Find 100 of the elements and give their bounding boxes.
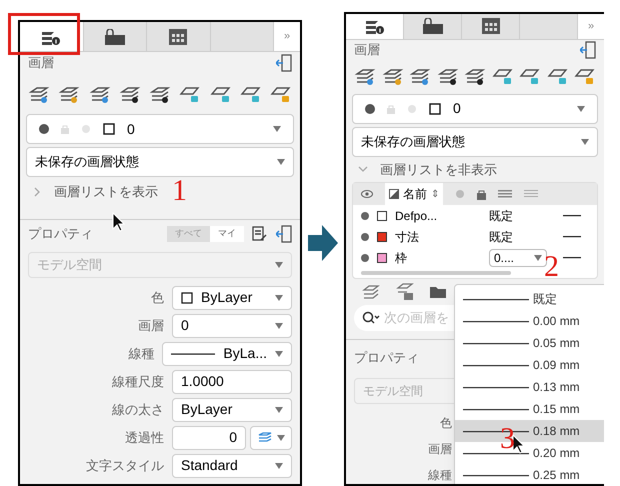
layer-state-dropdown[interactable]: 未保存の画層状態	[352, 126, 598, 157]
line-sample-icon	[463, 452, 529, 454]
dock-panel-icon[interactable]	[276, 224, 292, 243]
property-label: 画層	[427, 441, 452, 458]
folder-icon[interactable]	[430, 286, 446, 298]
color-swatch[interactable]	[377, 210, 387, 221]
lineweight-value: 既定	[489, 228, 514, 246]
lineweight-dropdown[interactable]: 0....	[489, 248, 547, 267]
linetype-dropdown[interactable]: ByLa...	[162, 342, 292, 366]
line-sample-icon	[171, 352, 216, 356]
quick-edit-icon[interactable]	[252, 226, 268, 242]
line-sample-icon	[463, 298, 529, 300]
property-label: 色	[439, 415, 452, 432]
palette-tab[interactable]	[404, 14, 462, 39]
property-label: 透過性	[124, 428, 164, 447]
step-number: 1	[172, 176, 187, 206]
arrow-right-icon	[308, 225, 338, 261]
layer-list-toggle[interactable]: 画層リストを表示	[20, 177, 170, 207]
lineweight-icon	[524, 190, 538, 198]
layer-name: 0	[453, 99, 462, 118]
current-layer-dropdown[interactable]: 0	[26, 114, 294, 144]
caret-icon	[275, 350, 283, 356]
palette-tab[interactable]	[147, 22, 210, 51]
line-sample-icon	[563, 214, 581, 218]
menu-item[interactable]: 0.00 mm	[455, 310, 604, 332]
name-column-header[interactable]: 名前 ⇕	[385, 183, 443, 206]
caret-icon	[275, 262, 283, 268]
color-swatch-icon	[429, 102, 441, 115]
mouse-pointer-icon	[112, 212, 126, 232]
section-title: 画層	[28, 54, 54, 72]
value-dropdown[interactable]: ByLayer	[172, 398, 292, 422]
color-dropdown[interactable]: ByLayer	[172, 286, 292, 310]
layer-group-icon[interactable]	[396, 283, 414, 302]
sort-icon: ⇕	[431, 186, 439, 202]
line-sample-icon	[463, 386, 529, 388]
layer-list-toggle[interactable]: 画層リストを非表示	[346, 156, 509, 182]
menu-item[interactable]: 0.15 mm	[455, 398, 604, 420]
line-sample-icon	[563, 256, 581, 260]
color-swatch[interactable]	[377, 252, 387, 263]
column-title: 名前	[403, 186, 427, 204]
lock-icon	[387, 104, 395, 114]
checkbox-icon	[389, 189, 399, 200]
line-sample-icon	[463, 320, 529, 322]
lineweight-value: 既定	[489, 208, 514, 225]
caret-icon	[277, 434, 285, 440]
value-dropdown[interactable]: 0	[172, 314, 292, 338]
palette-tab[interactable]	[346, 14, 404, 39]
caret-icon	[275, 462, 283, 468]
dock-panel-icon[interactable]	[580, 40, 596, 59]
filter-tab[interactable]: マイ	[210, 226, 244, 242]
caret-icon	[577, 106, 585, 112]
value-field[interactable]: 1.0000	[172, 370, 292, 394]
dock-panel-icon[interactable]	[276, 54, 292, 72]
line-sample-icon	[463, 408, 529, 410]
caret-icon	[277, 159, 285, 165]
lock-icon	[61, 124, 69, 134]
current-layer-dropdown[interactable]: 0	[352, 94, 598, 124]
color-swatch[interactable]	[377, 232, 387, 242]
layers-icon	[257, 432, 273, 444]
palette-tab[interactable]	[462, 14, 520, 39]
layer-name: 枠	[395, 250, 408, 267]
section-title: 画層	[354, 40, 380, 59]
color-swatch-icon	[181, 292, 193, 304]
palette-tab[interactable]	[84, 22, 147, 51]
table-grid-icon	[482, 18, 500, 34]
caret-icon	[534, 254, 542, 261]
bylayer-button[interactable]	[250, 426, 292, 450]
section-title: プロパティ	[354, 350, 419, 366]
step-number: 2	[544, 252, 559, 282]
overflow-button[interactable]: »	[274, 22, 300, 51]
line-sample-icon	[463, 342, 529, 344]
property-label: 線種尺度	[111, 372, 164, 391]
value-dropdown[interactable]: Standard	[172, 454, 292, 478]
menu-item[interactable]: 0.09 mm	[455, 354, 604, 376]
lineweight-icon	[498, 190, 512, 198]
property-label: 線の太さ	[111, 400, 164, 419]
overflow-button[interactable]: »	[578, 14, 604, 39]
layer-name: 寸法	[395, 228, 420, 246]
menu-item[interactable]: 0.13 mm	[455, 376, 604, 398]
property-label: 線種	[127, 344, 154, 363]
caret-icon	[581, 138, 589, 145]
property-label: 画層	[137, 316, 164, 335]
highlight-frame	[8, 13, 80, 55]
menu-item[interactable]: 既定	[455, 288, 604, 310]
eye-icon[interactable]	[361, 190, 373, 198]
layer-state-dropdown[interactable]: 未保存の画層状態	[26, 147, 294, 177]
color-swatch-icon	[103, 123, 115, 135]
transparency-field[interactable]: 0	[172, 426, 246, 450]
layer-name: Defpo...	[395, 208, 438, 225]
horizontal-scrollbar[interactable]	[361, 271, 511, 276]
caret-icon	[275, 406, 283, 412]
property-label: 線種	[427, 467, 452, 484]
caret-icon	[273, 126, 281, 132]
line-sample-icon	[463, 364, 529, 366]
menu-item[interactable]: 0.25 mm	[455, 464, 604, 484]
menu-item[interactable]: 0.05 mm	[455, 332, 604, 354]
layer-name: 0	[127, 120, 136, 138]
layers-icon[interactable]	[362, 285, 380, 300]
caret-icon	[275, 294, 283, 300]
palette-tab[interactable]	[20, 22, 84, 51]
